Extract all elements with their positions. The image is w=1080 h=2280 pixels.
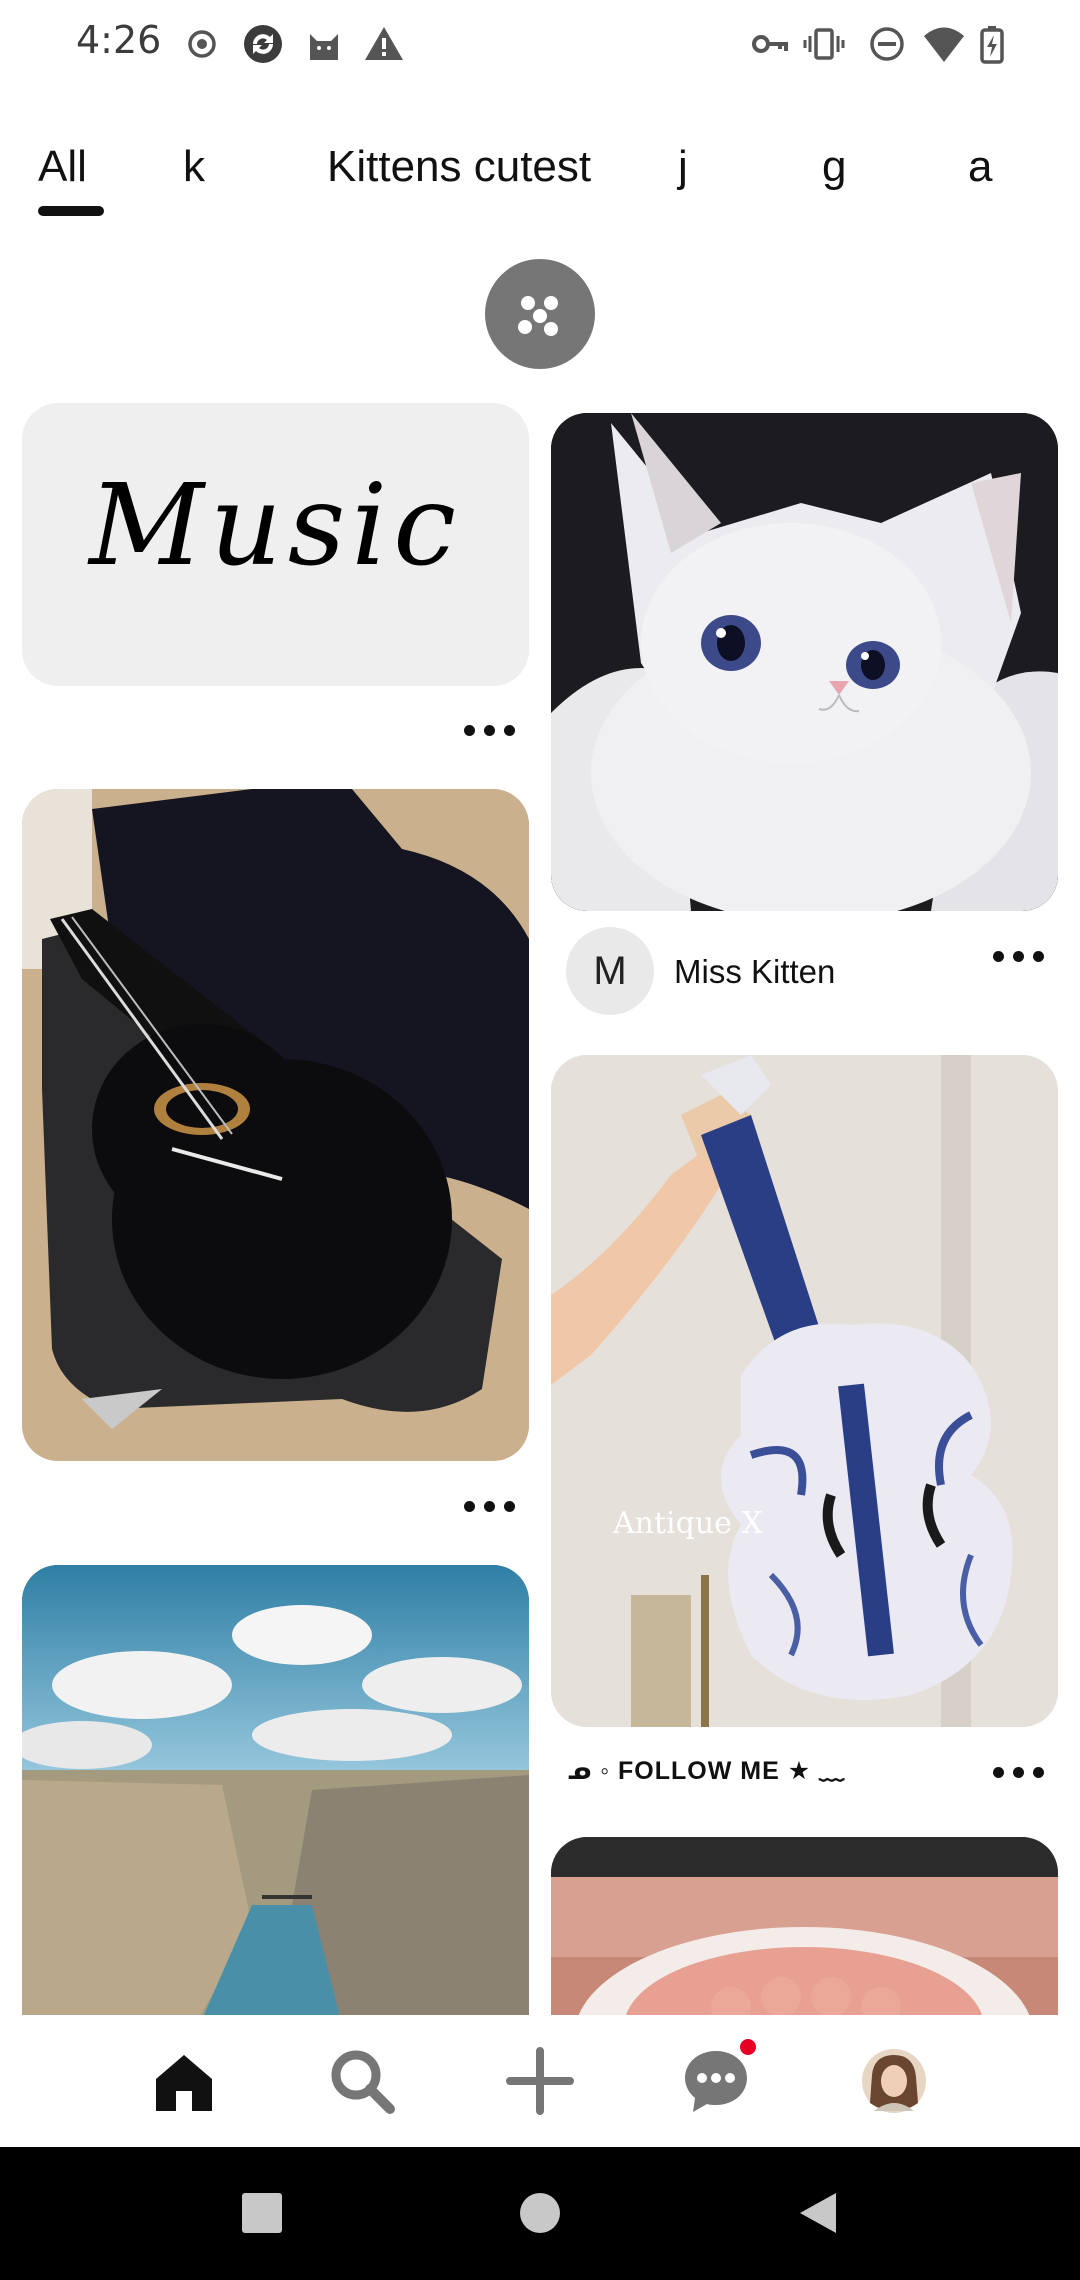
canyon-landscape-pin[interactable] <box>22 1565 529 2015</box>
nav-messages[interactable] <box>680 2039 756 2117</box>
more-options-button[interactable] <box>989 1757 1049 1787</box>
violin-image: Antique X <box>551 1055 1058 1727</box>
nav-create[interactable] <box>504 2045 576 2117</box>
search-icon <box>331 2050 395 2114</box>
roses-image <box>551 1837 1058 2015</box>
back-icon[interactable] <box>794 2189 842 2237</box>
music-pin[interactable]: Music <box>22 403 529 686</box>
porcelain-violin-pin[interactable]: Antique X <box>551 1055 1058 1727</box>
chat-icon <box>685 2051 747 2112</box>
nav-search[interactable] <box>326 2045 398 2117</box>
landscape-image <box>22 1565 529 2015</box>
shuffle-button[interactable] <box>485 259 595 369</box>
profile-avatar <box>862 2049 926 2113</box>
record-icon <box>188 30 216 58</box>
sync-icon <box>244 25 282 63</box>
recents-icon[interactable] <box>238 2189 286 2237</box>
roses-pin[interactable] <box>551 1837 1058 2015</box>
plus-icon <box>506 2047 574 2115</box>
tab-g[interactable]: g <box>822 142 846 192</box>
status-bar: 4:26 <box>0 0 1080 88</box>
pin-feed: Music M Miss Kitten Antique X ᓄ ◦ FOLLOW… <box>0 395 1080 2015</box>
tab-j[interactable]: j <box>678 142 688 192</box>
tab-kittens-cutest[interactable]: Kittens cutest <box>327 142 591 192</box>
guitar-pin[interactable] <box>22 789 529 1461</box>
pin-caption-row[interactable]: ᓄ ◦ FOLLOW ME ★ ﹏ <box>568 1743 968 1793</box>
music-pin-text: Music <box>89 461 462 591</box>
board-tabs: All k Kittens cutest j g a <box>0 128 1080 224</box>
kitten-image <box>551 413 1058 911</box>
nav-home[interactable] <box>148 2045 220 2117</box>
pin-caption: ᓄ ◦ FOLLOW ME ★ ﹏ <box>568 1757 846 1785</box>
key-icon <box>752 35 788 53</box>
warning-icon <box>365 27 403 60</box>
tab-a[interactable]: a <box>968 142 992 192</box>
bottom-navigation <box>0 2015 1080 2147</box>
battery-charging-icon <box>980 26 1004 64</box>
tab-k[interactable]: k <box>183 142 205 192</box>
more-options-button[interactable] <box>460 1491 520 1521</box>
cat-icon <box>310 34 338 60</box>
wifi-icon <box>924 27 964 62</box>
dots-icon <box>518 296 558 336</box>
home-system-icon[interactable] <box>516 2189 564 2237</box>
status-time: 4:26 <box>76 18 162 62</box>
more-options-button[interactable] <box>989 941 1049 971</box>
guitar-image <box>22 789 529 1461</box>
notification-dot <box>740 2039 756 2055</box>
system-navigation-bar <box>0 2147 1080 2280</box>
vibrate-icon <box>803 28 845 60</box>
nav-profile[interactable] <box>858 2045 930 2117</box>
more-options-button[interactable] <box>460 715 520 745</box>
tab-all[interactable]: All <box>38 142 87 192</box>
creator-name[interactable]: Miss Kitten <box>674 953 835 991</box>
home-icon <box>156 2055 212 2111</box>
selected-tab-indicator <box>38 206 104 216</box>
creator-avatar[interactable]: M <box>566 927 654 1015</box>
watermark-text: Antique X <box>612 1506 763 1541</box>
dnd-icon <box>870 27 904 61</box>
kitten-pin[interactable] <box>551 413 1058 911</box>
